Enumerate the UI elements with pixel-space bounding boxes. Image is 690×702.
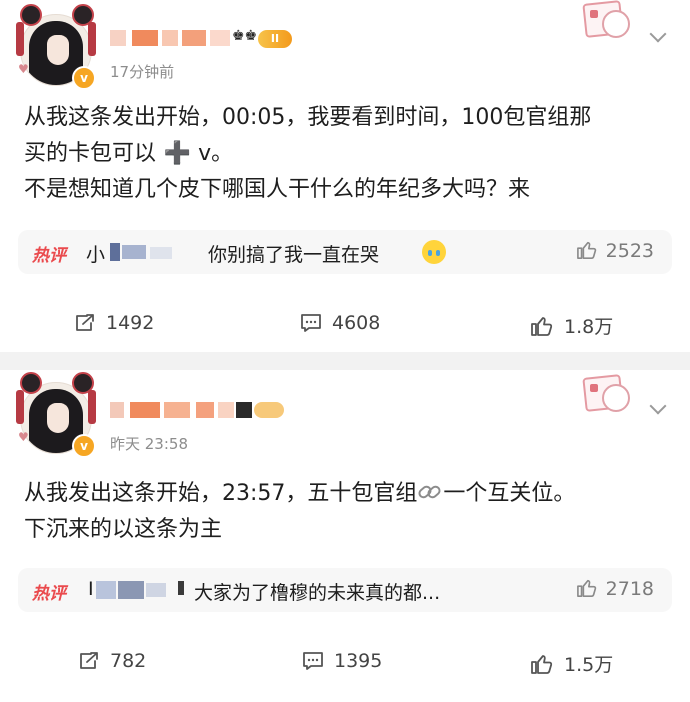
link-icon [418, 485, 441, 499]
avatar[interactable]: ♥ v [14, 372, 98, 458]
thumbs-up-icon [576, 579, 596, 597]
post-content: 从我发出这条开始，23:57，五十包官组 一个互关位。 下沉来的以这条为主 [24, 476, 670, 548]
username-blurred[interactable] [110, 30, 240, 46]
hot-comment-tag: 热评 [32, 584, 66, 604]
verified-badge-icon: v [72, 434, 96, 458]
content-line: 从我这条发出开始，00:05，我要看到时间，100包官组那 [24, 105, 592, 130]
thumbs-up-icon [531, 317, 553, 336]
chevron-down-icon[interactable] [650, 404, 668, 414]
repost-icon [80, 652, 98, 669]
hot-comment[interactable]: 热评 小 你别搞了我一直在哭 2523 [18, 230, 672, 274]
post-time: 17分钟前 [110, 63, 175, 81]
username-blurred[interactable] [110, 402, 290, 418]
commenter-name[interactable]: 小 [86, 240, 105, 267]
comment-icon [301, 314, 321, 332]
comment-button[interactable]: 1395 [302, 650, 382, 672]
repost-icon [76, 314, 94, 331]
repost-button[interactable]: 782 [78, 650, 146, 672]
heart-icon: ♥ [18, 430, 29, 444]
action-bar: 782 1395 1.5万 [0, 650, 690, 680]
thumbs-up-icon [531, 655, 553, 674]
like-button[interactable]: 1.8万 [530, 312, 613, 339]
commenter-name[interactable]: I [88, 578, 94, 600]
hot-comment-tag: 热评 [32, 246, 66, 266]
heart-icon: ♥ [18, 62, 29, 76]
post-card: ♥ v ♚♚ II 17分钟前 从我这条发出开始，00:05，我要看到时间，10… [0, 0, 690, 352]
crying-face-icon [422, 240, 446, 264]
hot-comment-likes[interactable]: 2718 [576, 578, 654, 600]
comment-button[interactable]: 4608 [300, 312, 380, 334]
post-card: ♥ v 昨天 23:58 从我发出这条开始，23:57，五十包官组 一个互关位。 … [0, 370, 690, 702]
plus-icon: ➕ [156, 141, 192, 166]
commenter-name-blurred [110, 243, 206, 261]
verified-badge-icon: v [72, 66, 96, 90]
decoration-sticker-icon [578, 374, 632, 414]
content-line: 下沉来的以这条为主 [24, 517, 223, 542]
decoration-sticker-icon [578, 0, 632, 40]
content-line: 买的卡包可以 ➕ v。 [24, 141, 234, 166]
level-badge: II [258, 30, 292, 48]
comment-icon [303, 652, 323, 670]
post-divider [0, 352, 690, 370]
like-button[interactable]: 1.5万 [530, 650, 613, 677]
hot-comment-text: 你别搞了我一直在哭 [208, 244, 380, 266]
action-bar: 1492 4608 1.8万 [0, 312, 690, 342]
hot-comment[interactable]: 热评 I 大家为了橹穆的未来真的都... 2718 [18, 568, 672, 612]
post-time: 昨天 23:58 [110, 435, 188, 453]
commenter-name-blurred [96, 581, 186, 599]
thumbs-up-icon [576, 241, 596, 259]
content-line: 从我发出这条开始，23:57，五十包官组 一个互关位。 [24, 481, 576, 506]
avatar[interactable]: ♥ v [14, 4, 98, 90]
repost-button[interactable]: 1492 [74, 312, 154, 334]
crown-icon: ♚♚ [232, 28, 258, 44]
hot-comment-likes[interactable]: 2523 [576, 240, 654, 262]
post-content: 从我这条发出开始，00:05，我要看到时间，100包官组那 买的卡包可以 ➕ v… [24, 100, 670, 208]
hot-comment-text: 大家为了橹穆的未来真的都... [194, 582, 441, 604]
content-line: 不是想知道几个皮下哪国人干什么的年纪多大吗？来 [24, 177, 531, 202]
chevron-down-icon[interactable] [650, 32, 668, 42]
